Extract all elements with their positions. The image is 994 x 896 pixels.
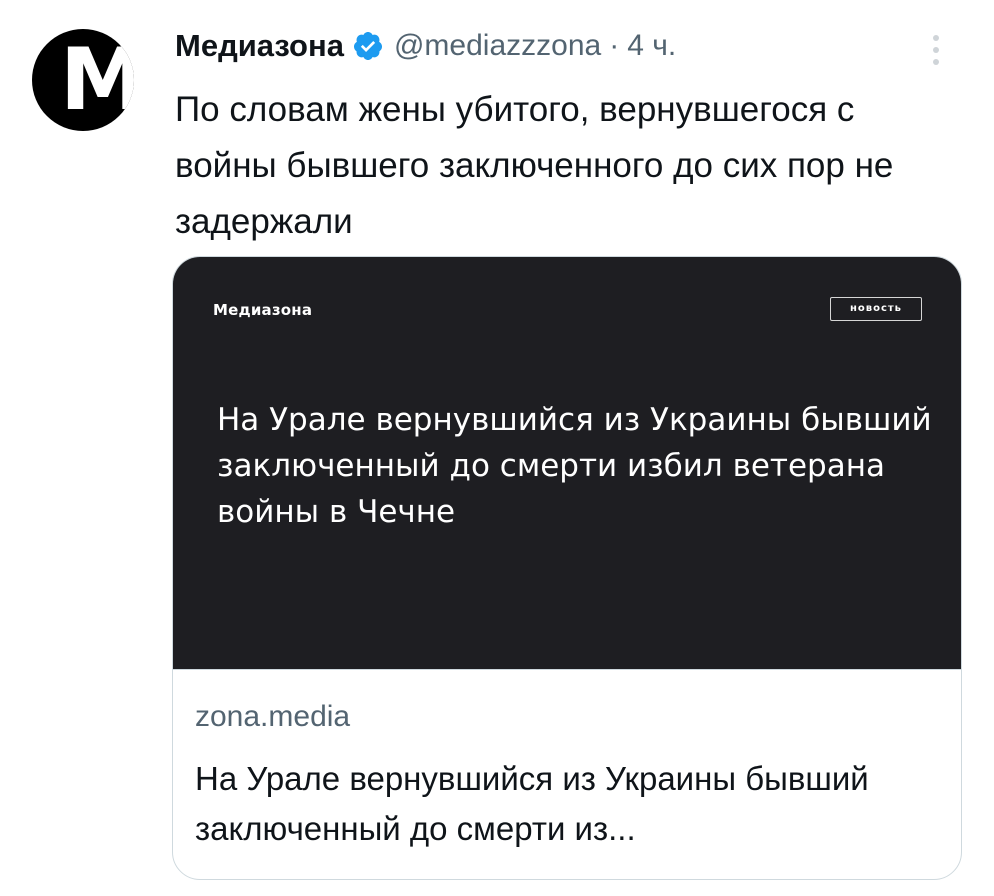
tweet-timestamp[interactable]: 4 ч. (627, 29, 676, 63)
card-image-badge: новость (830, 297, 922, 321)
card-image-logo: Медиазона (213, 301, 313, 319)
card-image[interactable]: Медиазона новость На Урале вернувшийся и… (173, 257, 961, 669)
separator-dot: · (609, 29, 620, 62)
avatar-logo-letter: M (60, 30, 134, 130)
author-handle[interactable]: @mediazzzona (394, 29, 601, 63)
card-domain: zona.media (195, 700, 351, 733)
tweet-header: Медиазона @mediazzzona · 4 ч. (175, 26, 676, 66)
author-name[interactable]: Медиазона (175, 28, 344, 64)
verified-badge-icon (353, 32, 382, 60)
card-image-headline: На Урале вернувшийся из Украины бывший з… (217, 402, 932, 530)
tweet-text: По словам жены убитого, вернувшегося с в… (175, 90, 894, 241)
link-preview-card[interactable]: Медиазона новость На Урале вернувшийся и… (172, 256, 962, 880)
avatar[interactable]: M (32, 29, 134, 131)
more-vertical-icon[interactable] (924, 30, 948, 70)
card-title: На Урале вернувшийся из Украины бывший з… (195, 760, 869, 847)
card-footer[interactable]: zona.media На Урале вернувшийся из Украи… (173, 669, 961, 879)
